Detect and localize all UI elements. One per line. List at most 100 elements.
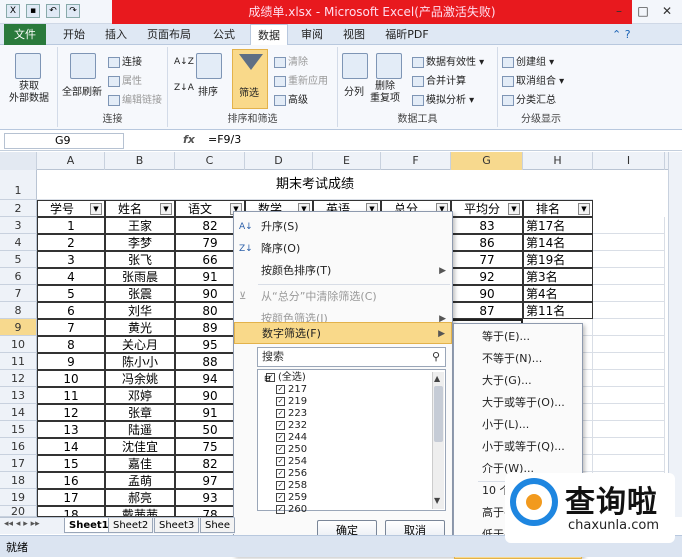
checkbox-checked-icon[interactable]: ✓ (276, 468, 285, 478)
scroll-thumb[interactable] (434, 386, 443, 442)
table-cell[interactable]: 第19名 (523, 251, 593, 268)
table-cell[interactable] (593, 353, 665, 370)
filter-checkbox-item[interactable]: ✓ 219 (276, 396, 307, 408)
tab-review[interactable]: 审阅 (294, 24, 330, 45)
table-cell[interactable] (593, 336, 665, 353)
table-cell[interactable] (593, 387, 665, 404)
table-cell[interactable] (593, 268, 665, 285)
scroll-down-icon[interactable]: ▼ (434, 496, 440, 505)
table-cell[interactable]: 第14名 (523, 234, 593, 251)
row-header[interactable]: 15 (0, 421, 37, 438)
number-filter-item[interactable]: 数字筛选(F) ▶ (234, 322, 452, 344)
number-filter-option[interactable]: 大于(G)... (454, 370, 582, 392)
table-cell[interactable]: 第3名 (523, 268, 593, 285)
table-cell[interactable] (593, 438, 665, 455)
sort-descending-item[interactable]: Z↓ 降序(O) (234, 238, 452, 260)
table-cell[interactable]: 92 (451, 268, 523, 285)
table-cell[interactable]: 2 (37, 234, 105, 251)
table-cell[interactable]: 李梦 (105, 234, 175, 251)
table-cell[interactable]: 张雨晨 (105, 268, 175, 285)
table-cell[interactable]: 第4名 (523, 285, 593, 302)
clear-filter-item[interactable]: ⊻ 从“总分”中清除筛选(C) (234, 286, 452, 308)
table-cell[interactable] (593, 404, 665, 421)
table-cell[interactable] (593, 234, 665, 251)
checkbox-checked-icon[interactable]: ✓ (276, 396, 285, 406)
table-cell[interactable]: 6 (37, 302, 105, 319)
filter-checkbox-item[interactable]: ✓ 254 (276, 456, 307, 468)
row-header[interactable]: 9 (0, 319, 37, 336)
select-all-corner[interactable] (0, 152, 37, 170)
tab-file[interactable]: 文件 (4, 24, 46, 45)
row-header[interactable]: 7 (0, 285, 37, 302)
table-cell[interactable]: 郝亮 (105, 489, 175, 506)
table-cell[interactable] (593, 302, 665, 319)
sheet-tab-4[interactable]: Shee (200, 518, 235, 533)
subtotal-button[interactable]: 分类汇总 (502, 91, 556, 106)
table-cell[interactable]: 刘华 (105, 302, 175, 319)
table-cell[interactable]: 5 (37, 285, 105, 302)
table-header-cell[interactable]: 平均分 ▼ (451, 200, 523, 217)
checkbox-checked-icon[interactable]: ✓ (276, 444, 285, 454)
table-cell[interactable]: 15 (37, 455, 105, 472)
table-cell[interactable]: 黄光 (105, 319, 175, 336)
what-if-button[interactable]: 模拟分析 ▾ (412, 91, 474, 106)
get-external-data-button[interactable]: 获取 外部数据 (4, 81, 54, 105)
checkbox-checked-icon[interactable]: ✓ (276, 456, 285, 466)
filter-checkbox-item[interactable]: ✓ (全选) (266, 372, 306, 384)
table-cell[interactable]: 关心月 (105, 336, 175, 353)
row-header[interactable]: 3 (0, 217, 37, 234)
filter-dropdown-icon[interactable]: ▼ (578, 203, 590, 215)
table-cell[interactable] (593, 319, 665, 336)
tab-page-layout[interactable]: 页面布局 (140, 24, 198, 45)
filter-checkbox-item[interactable]: ✓ 244 (276, 432, 307, 444)
reapply-button[interactable]: 重新应用 (274, 72, 328, 87)
sheet-tab-3[interactable]: Sheet3 (154, 518, 200, 533)
table-cell[interactable]: 7 (37, 319, 105, 336)
table-cell[interactable]: 9 (37, 353, 105, 370)
tree-collapse-icon[interactable]: ⊟ (264, 374, 271, 383)
filter-checkbox-item[interactable]: ✓ 258 (276, 480, 307, 492)
table-cell[interactable]: 14 (37, 438, 105, 455)
table-cell[interactable]: 13 (37, 421, 105, 438)
properties-button[interactable]: 属性 (108, 72, 142, 87)
redo-icon[interactable]: ↷ (66, 4, 80, 18)
filter-checkbox-item[interactable]: ✓ 223 (276, 408, 307, 420)
row-header[interactable]: 1 (0, 170, 37, 200)
checkbox-checked-icon[interactable]: ✓ (276, 408, 285, 418)
table-cell[interactable]: 嘉佳 (105, 455, 175, 472)
row-header[interactable]: 10 (0, 336, 37, 353)
tab-insert[interactable]: 插入 (98, 24, 134, 45)
minimize-icon[interactable]: – (608, 2, 630, 20)
table-cell[interactable]: 戴茜茜 (105, 506, 175, 517)
filter-dropdown-icon[interactable]: ▼ (90, 203, 102, 215)
table-cell[interactable] (593, 217, 665, 234)
table-cell[interactable]: 陆遥 (105, 421, 175, 438)
column-header-i[interactable]: I (593, 152, 665, 170)
table-cell[interactable]: 张震 (105, 285, 175, 302)
filter-search-input[interactable]: 搜索 (257, 347, 446, 367)
row-header[interactable]: 18 (0, 472, 37, 489)
ungroup-button[interactable]: 取消组合 ▾ (502, 72, 564, 87)
sheet-tab-2[interactable]: Sheet2 (108, 518, 154, 533)
row-header[interactable]: 5 (0, 251, 37, 268)
sort-ascending-icon[interactable]: A↓Z (174, 57, 194, 67)
row-header[interactable]: 11 (0, 353, 37, 370)
text-to-columns-button[interactable]: 分列 (344, 83, 364, 98)
scroll-up-icon[interactable]: ▲ (434, 374, 440, 383)
column-header-f[interactable]: F (381, 152, 451, 170)
checkbox-checked-icon[interactable]: ✓ (276, 420, 285, 430)
excel-app-icon[interactable]: X (6, 4, 20, 18)
filter-checkbox-item[interactable]: ✓ 260 (276, 504, 307, 516)
table-cell[interactable] (593, 370, 665, 387)
number-filter-option[interactable]: 小于(L)... (454, 414, 582, 436)
checkbox-checked-icon[interactable]: ✓ (276, 504, 285, 514)
table-cell[interactable]: 沈佳宜 (105, 438, 175, 455)
table-cell[interactable]: 第11名 (523, 302, 593, 319)
tab-foxit-pdf[interactable]: 福昕PDF (378, 24, 436, 45)
tab-home[interactable]: 开始 (56, 24, 92, 45)
table-cell[interactable]: 17 (37, 489, 105, 506)
column-header-g[interactable]: G (451, 152, 523, 170)
tab-data[interactable]: 数据 (250, 24, 288, 46)
filter-checkbox-item[interactable]: ✓ 217 (276, 384, 307, 396)
name-box[interactable]: G9 (4, 133, 124, 149)
